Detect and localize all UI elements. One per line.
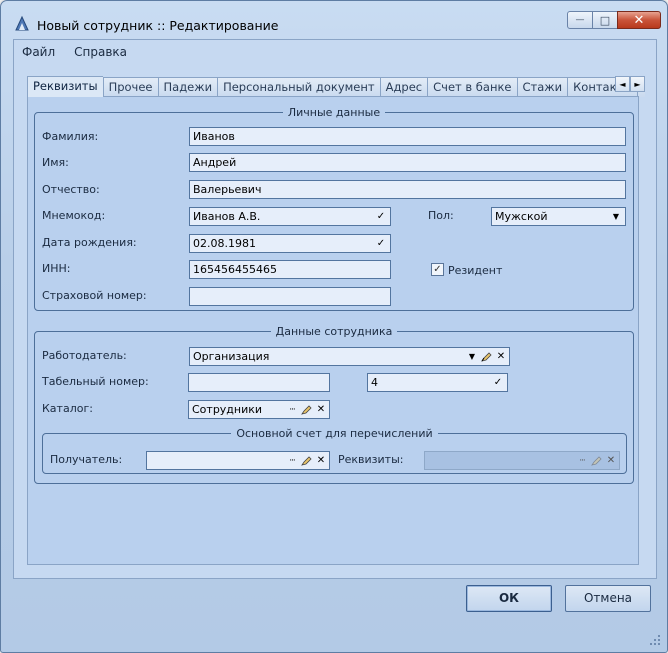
patronymic-label: Отчество: [42, 183, 100, 196]
recipient-label: Получатель: [50, 453, 123, 466]
inn-label: ИНН: [42, 262, 71, 275]
surname-label: Фамилия: [42, 130, 99, 143]
ellipsis-icon[interactable]: ··· [285, 402, 299, 417]
birthdate-picker[interactable]: 02.08.1981 ✓ [189, 234, 391, 253]
menu-file[interactable]: Файл [22, 45, 55, 59]
app-icon [15, 15, 29, 31]
chevron-down-icon[interactable]: ✓ [491, 375, 505, 390]
patronymic-field[interactable]: Валерьевич [189, 180, 626, 199]
tab-bank-account[interactable]: Счет в банке [427, 77, 517, 97]
gender-label: Пол: [428, 209, 454, 222]
edit-icon[interactable] [299, 453, 313, 468]
gender-value: Мужской [495, 210, 548, 223]
employer-field[interactable]: Организация ▼ ✕ [189, 347, 510, 366]
minimize-button[interactable]: — [567, 11, 593, 29]
cancel-button[interactable]: Отмена [565, 585, 651, 612]
tab-other[interactable]: Прочее [102, 77, 158, 97]
requisites-label: Реквизиты: [338, 453, 404, 466]
tabnum-field[interactable] [188, 373, 330, 392]
tab-requisites[interactable]: Реквизиты [27, 76, 103, 97]
surname-field[interactable]: Иванов [189, 127, 626, 146]
insurance-label: Страховой номер: [42, 289, 147, 302]
catalog-field[interactable]: Сотрудники ··· ✕ [188, 400, 330, 419]
tab-personal-document[interactable]: Персональный документ [217, 77, 380, 97]
close-button[interactable]: ✕ [617, 11, 661, 29]
gender-select[interactable]: Мужской ▼ [491, 207, 626, 226]
catalog-label: Каталог: [42, 402, 93, 415]
tab-page-requisites: Личные данные Фамилия: Иванов Имя: Андре… [27, 96, 639, 565]
clear-icon[interactable]: ✕ [314, 402, 328, 417]
requisites-field: ··· ✕ [424, 451, 620, 470]
chevron-down-icon[interactable]: ✓ [374, 209, 388, 224]
tabnum-label: Табельный номер: [42, 375, 149, 388]
employer-value: Организация [193, 350, 270, 363]
tab-cases[interactable]: Падежи [157, 77, 218, 97]
tab-experience[interactable]: Стажи [516, 77, 568, 97]
catalog-value: Сотрудники [192, 403, 263, 416]
employer-label: Работодатель: [42, 349, 127, 362]
personal-data-legend: Личные данные [287, 106, 381, 119]
employee-data-legend: Данные сотрудника [275, 325, 393, 338]
recipient-field[interactable]: ··· ✕ [146, 451, 330, 470]
mnemo-combo[interactable]: Иванов А.В. ✓ [189, 207, 391, 226]
clear-icon[interactable]: ✕ [314, 453, 328, 468]
menu-help[interactable]: Справка [74, 45, 127, 59]
name-label: Имя: [42, 156, 69, 169]
inn-field[interactable]: 165456455465 [189, 260, 391, 279]
ellipsis-icon[interactable]: ··· [285, 453, 299, 468]
resident-checkbox[interactable]: ✓ [431, 263, 444, 276]
tab-scroll-right-icon[interactable]: ► [630, 76, 645, 92]
birthdate-label: Дата рождения: [42, 236, 137, 249]
account-legend: Основной счет для перечислений [236, 427, 433, 440]
ellipsis-icon: ··· [579, 455, 586, 466]
close-icon: ✕ [633, 12, 645, 28]
clear-icon: ✕ [606, 455, 616, 466]
tabnum-combo[interactable]: 4 ✓ [367, 373, 508, 392]
tab-strip: Реквизиты Прочее Падежи Персональный док… [27, 76, 645, 97]
chevron-down-icon[interactable]: ▼ [465, 349, 479, 364]
chevron-down-icon[interactable]: ▼ [609, 209, 623, 224]
name-field[interactable]: Андрей [189, 153, 626, 172]
tab-scroll-left-icon[interactable]: ◄ [615, 76, 630, 92]
birthdate-value: 02.08.1981 [193, 237, 256, 250]
mnemo-value: Иванов А.В. [193, 210, 261, 223]
insurance-field[interactable] [189, 287, 391, 306]
edit-icon [589, 453, 603, 468]
menu-bar: Файл Справка [14, 40, 146, 64]
mnemo-label: Мнемокод: [42, 209, 106, 222]
tabnum-combo-value: 4 [371, 376, 378, 389]
clear-icon[interactable]: ✕ [494, 349, 508, 364]
dialog-window: Новый сотрудник :: Редактирование — □ ✕ … [0, 0, 668, 653]
minimize-icon: — [575, 15, 585, 25]
maximize-icon: □ [599, 13, 611, 27]
title-bar[interactable]: Новый сотрудник :: Редактирование — □ ✕ [1, 1, 667, 39]
window-title: Новый сотрудник :: Редактирование [37, 18, 279, 33]
resident-label: Резидент [448, 264, 503, 277]
resize-grip-icon[interactable] [649, 634, 661, 646]
edit-icon[interactable] [299, 402, 313, 417]
tab-address[interactable]: Адрес [379, 77, 428, 97]
edit-icon[interactable] [479, 349, 493, 364]
client-area: Файл Справка Реквизиты Прочее Падежи Пер… [13, 39, 657, 579]
ok-button[interactable]: ОК [466, 585, 552, 612]
maximize-button[interactable]: □ [592, 11, 618, 29]
chevron-down-icon[interactable]: ✓ [374, 236, 388, 251]
